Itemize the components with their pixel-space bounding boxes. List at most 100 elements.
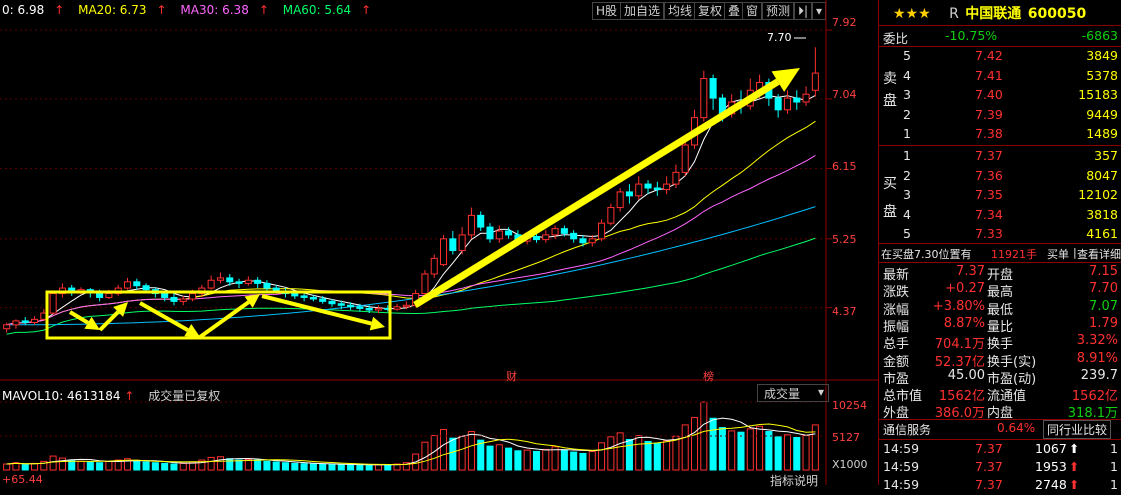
candle-body [579,238,587,244]
finance-event-marker[interactable]: 财 [506,368,517,384]
volume-bar [281,462,290,471]
indicator-help-button[interactable]: 指标说明 [770,472,818,489]
bid-volume: 12102 [1078,187,1118,202]
stat-value: 7.70 [1089,281,1118,297]
stat-label: 最高 [987,285,1014,301]
volume-bar [300,463,308,471]
volume-bar [254,459,262,471]
volume-bar [728,430,736,471]
bid-price: 7.36 [975,167,1003,183]
ask-level: 5 [903,48,911,63]
tick-price: 7.37 [975,459,1003,474]
stat-value: 1562亿 [938,389,985,405]
quote-stat-row: 市盈 45.00 市盈(动) 239.7 [879,368,1121,387]
volume-bar [77,460,85,471]
stat-label: 市盈(动) [987,371,1037,387]
ask-volume: 15183 [1078,87,1118,102]
candle-body [551,228,559,236]
candle-body [570,232,578,240]
stat-label: 总手 [883,337,910,353]
volume-bar [272,461,280,471]
quote-stat-row: 振幅 8.87% 量比 1.79 [879,315,1121,335]
volume-bar [783,434,791,471]
candle-body [263,282,271,289]
ask-price: 7.38 [975,126,1003,141]
volume-bar [737,431,745,471]
candle-body [616,191,624,209]
candle-body [309,296,317,300]
candle-body [532,235,541,241]
bid-level-row[interactable]: 2 7.36 8047 [879,168,1121,186]
candle-body [300,295,308,298]
buy-order-link[interactable]: 买单 [1047,246,1069,262]
tick-volume: 1953 [1035,459,1067,474]
bid-level: 1 [903,148,911,163]
industry-change: 0.64% [997,421,1036,435]
candle-body [598,222,606,240]
volume-bar [551,446,559,471]
volume-bar [579,452,587,471]
volume-bar [337,464,345,471]
stat-label: 最新 [883,268,910,283]
bid-volume: 8047 [1086,167,1118,183]
bid-level-row[interactable]: 1 7.37 357 [879,148,1121,166]
volume-bar [58,457,66,471]
candle-body [560,228,568,234]
volume-bar [616,432,624,471]
up-arrow-icon: ⬆ [1069,441,1080,456]
ma120-line [6,206,816,326]
volume-bar [523,449,531,471]
volume-indicator-dropdown[interactable]: 成交量 ▾ [757,384,829,402]
candle-body [793,97,801,103]
ask-level-row[interactable]: 5 7.42 3849 [879,48,1121,66]
tick-volume: 1067 [1035,441,1067,456]
ask-volume: 5378 [1086,67,1118,83]
stat-value: 8.91% [1076,350,1118,366]
tick-count: 1 [1110,441,1118,456]
stock-name: 中国联通 [965,6,1022,22]
volume-bar [96,462,104,471]
bid-level-row[interactable]: 4 7.34 3818 [879,207,1121,225]
candle-body [244,279,252,284]
ask-level-row[interactable]: 2 7.39 9449 [879,107,1121,125]
bid-level: 2 [903,167,911,183]
candle-body [393,306,401,310]
candle-body [449,238,457,252]
ask-level-row[interactable]: 1 7.38 1489 [879,126,1121,144]
candle-body [133,281,141,287]
stat-value: 7.07 [1089,298,1118,314]
candle-body [811,72,819,91]
candle-body [31,318,39,323]
candle-body [170,296,178,302]
industry-compare-button[interactable]: 同行业比较 [1043,420,1112,439]
volume-bar [105,460,113,471]
volume-indicator-label: MAVOL10: 4613184 ↑ 成交量已复权 [2,389,221,403]
volume-bar [532,450,541,471]
ranking-event-marker[interactable]: 榜 [703,368,714,384]
stat-value: +3.80% [932,298,985,314]
trend-arrow [261,294,372,326]
view-detail-link[interactable]: 查看详细 [1077,246,1121,262]
candle-body [542,234,550,241]
bid-level-row[interactable]: 5 7.33 4161 [879,226,1121,244]
tick-time: 14:59 [883,459,920,474]
arrow-head [369,316,385,331]
candle-body [588,238,596,244]
ma20-line [6,120,816,326]
bid-level: 4 [903,206,911,222]
volume-bar [588,450,596,471]
candle-body [49,293,57,314]
candle-body [254,279,262,284]
candle-body [505,230,513,236]
bid-level-row[interactable]: 3 7.35 12102 [879,187,1121,205]
bid-volume: 357 [1094,148,1118,163]
stat-value: 8.87% [943,315,985,331]
ask-level-row[interactable]: 4 7.41 5378 [879,68,1121,86]
volume-bar [718,427,726,471]
volume-bar [467,431,475,471]
ask-level-row[interactable]: 3 7.40 15183 [879,87,1121,105]
candle-body [440,238,448,266]
stat-value: 1562亿 [1071,389,1118,405]
volume-bar [365,464,373,471]
ask-level: 3 [903,87,911,102]
